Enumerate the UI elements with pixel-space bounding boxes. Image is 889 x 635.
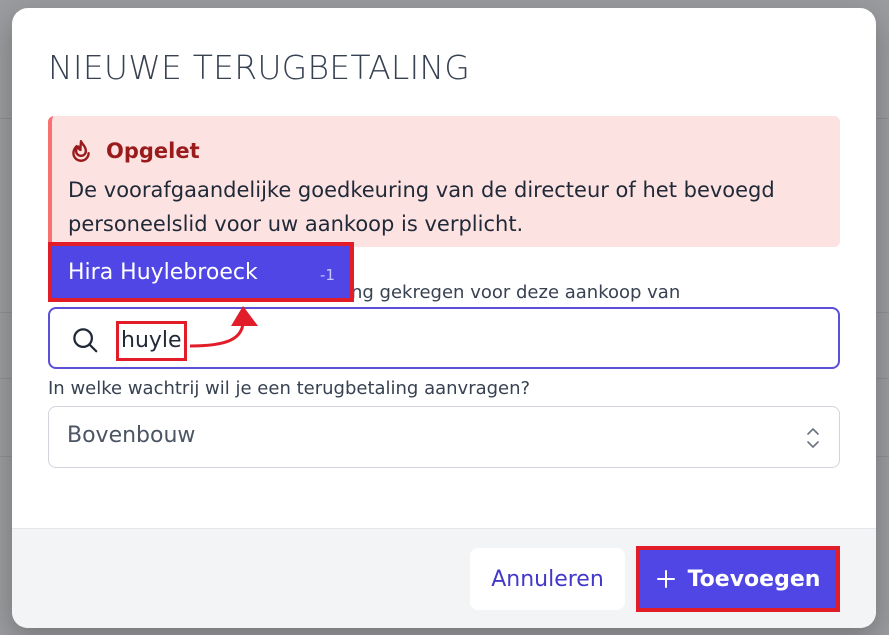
queue-select-value: Bovenbouw	[67, 423, 196, 448]
plus-icon	[656, 570, 675, 588]
dropdown-option-hira-huylebroeck[interactable]: Hira Huylebroeck -1	[48, 242, 354, 302]
approver-search-input[interactable]: huyle	[48, 307, 840, 369]
search-icon	[73, 328, 98, 353]
cancel-button[interactable]: Annuleren	[470, 548, 625, 610]
alert-message: De voorafgaandelijke goedkeuring van de …	[68, 178, 775, 236]
queue-select[interactable]: Bovenbouw	[48, 406, 840, 468]
dropdown-option-label: Hira Huylebroeck	[68, 260, 258, 285]
fire-icon	[72, 140, 90, 162]
add-button-label: Toevoegen	[687, 566, 821, 592]
modal-title: NIEUWE TERUGBETALING	[48, 48, 471, 87]
alert-header: Opgelet	[68, 138, 200, 164]
queue-field-label: In welke wachtrij wil je een terugbetali…	[48, 378, 531, 399]
warning-alert: Opgelet De voorafgaandelijke goedkeuring…	[48, 116, 840, 247]
modal-footer: Annuleren Toevoegen	[12, 528, 876, 628]
chevron-up-down-icon	[807, 428, 819, 448]
new-reimbursement-modal: NIEUWE TERUGBETALING Opgelet De voorafga…	[12, 8, 876, 628]
search-query-text[interactable]: huyle	[116, 321, 187, 361]
approval-field-label: ing gekregen voor deze aankoop van	[346, 282, 681, 303]
add-button[interactable]: Toevoegen	[636, 546, 840, 612]
dropdown-option-count: -1	[320, 266, 335, 284]
alert-title: Opgelet	[106, 139, 200, 163]
